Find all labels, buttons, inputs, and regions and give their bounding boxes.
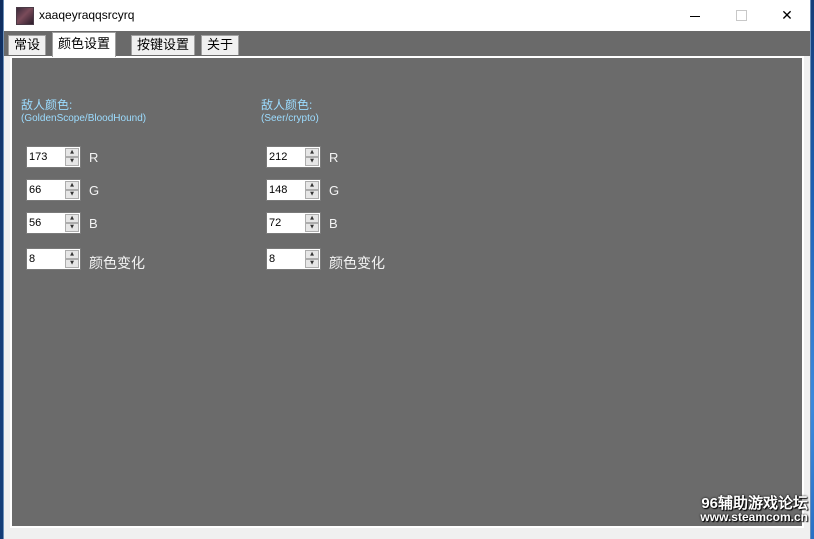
- app-window: xaaqeyraqqsrcyrq ✕ 常设 颜色设置 按键设置 关于 敌人颜色:…: [4, 0, 810, 539]
- spinner-r[interactable]: ▲▼: [266, 146, 321, 168]
- spinner-variance-input[interactable]: [269, 251, 303, 267]
- spinner-r-input[interactable]: [269, 149, 303, 165]
- spinner-r-label: R: [89, 150, 99, 165]
- spin-down-icon[interactable]: ▼: [305, 259, 319, 268]
- spinner-r-label: R: [329, 150, 339, 165]
- spinner-b[interactable]: ▲▼: [26, 212, 81, 234]
- spin-up-icon[interactable]: ▲: [305, 214, 319, 223]
- spinner-g[interactable]: ▲▼: [26, 179, 81, 201]
- spin-down-icon[interactable]: ▼: [65, 259, 79, 268]
- spinner-b-input[interactable]: [269, 215, 303, 231]
- spinner-b-label: B: [89, 216, 98, 231]
- spin-down-icon[interactable]: ▼: [65, 157, 79, 166]
- spin-down-icon[interactable]: ▼: [305, 223, 319, 232]
- tab-key-settings[interactable]: 按键设置: [131, 35, 196, 55]
- color-settings-panel: 敌人颜色: (GoldenScope/BloodHound) ▲▼ R ▲▼ G…: [10, 56, 804, 528]
- spinner-g[interactable]: ▲▼: [266, 179, 321, 201]
- spinner-g-label: G: [329, 183, 340, 198]
- tab-general[interactable]: 常设: [8, 35, 47, 55]
- spinner-r[interactable]: ▲▼: [26, 146, 81, 168]
- group-title: 敌人颜色:: [261, 98, 313, 112]
- minimize-icon: [690, 16, 700, 17]
- tab-strip: 常设 颜色设置 按键设置 关于: [4, 31, 810, 57]
- spinner-g-label: G: [89, 183, 100, 198]
- spin-down-icon[interactable]: ▼: [305, 190, 319, 199]
- spin-up-icon[interactable]: ▲: [65, 214, 79, 223]
- group-title: 敌人颜色:: [21, 98, 73, 112]
- spin-up-icon[interactable]: ▲: [65, 181, 79, 190]
- tab-color-settings[interactable]: 颜色设置: [52, 32, 117, 57]
- spinner-variance[interactable]: ▲▼: [26, 248, 81, 270]
- spin-up-icon[interactable]: ▲: [305, 250, 319, 259]
- spinner-r-input[interactable]: [29, 149, 63, 165]
- spin-down-icon[interactable]: ▼: [305, 157, 319, 166]
- spinner-b-input[interactable]: [29, 215, 63, 231]
- spinner-b-label: B: [329, 216, 338, 231]
- tab-about[interactable]: 关于: [201, 35, 240, 55]
- maximize-button[interactable]: [718, 0, 764, 31]
- spinner-variance[interactable]: ▲▼: [266, 248, 321, 270]
- spin-up-icon[interactable]: ▲: [65, 250, 79, 259]
- spin-up-icon[interactable]: ▲: [65, 148, 79, 157]
- spin-down-icon[interactable]: ▼: [65, 223, 79, 232]
- spin-down-icon[interactable]: ▼: [65, 190, 79, 199]
- window-title: xaaqeyraqqsrcyrq: [39, 8, 135, 22]
- title-bar[interactable]: xaaqeyraqqsrcyrq ✕: [4, 0, 810, 31]
- close-icon: ✕: [781, 7, 793, 23]
- spinner-variance-label: 颜色变化: [89, 255, 145, 271]
- spinner-g-input[interactable]: [269, 182, 303, 198]
- maximize-icon: [735, 10, 747, 21]
- spinner-g-input[interactable]: [29, 182, 63, 198]
- close-button[interactable]: ✕: [764, 0, 810, 31]
- spin-up-icon[interactable]: ▲: [305, 181, 319, 190]
- app-icon: [16, 7, 34, 25]
- spinner-variance-input[interactable]: [29, 251, 63, 267]
- spinner-variance-label: 颜色变化: [329, 255, 385, 271]
- group-subtitle: (Seer/crypto): [261, 113, 319, 124]
- watermark-url: www.steamcom.cn: [700, 510, 808, 524]
- group-subtitle: (GoldenScope/BloodHound): [21, 113, 147, 124]
- minimize-button[interactable]: [672, 0, 718, 31]
- spin-up-icon[interactable]: ▲: [305, 148, 319, 157]
- spinner-b[interactable]: ▲▼: [266, 212, 321, 234]
